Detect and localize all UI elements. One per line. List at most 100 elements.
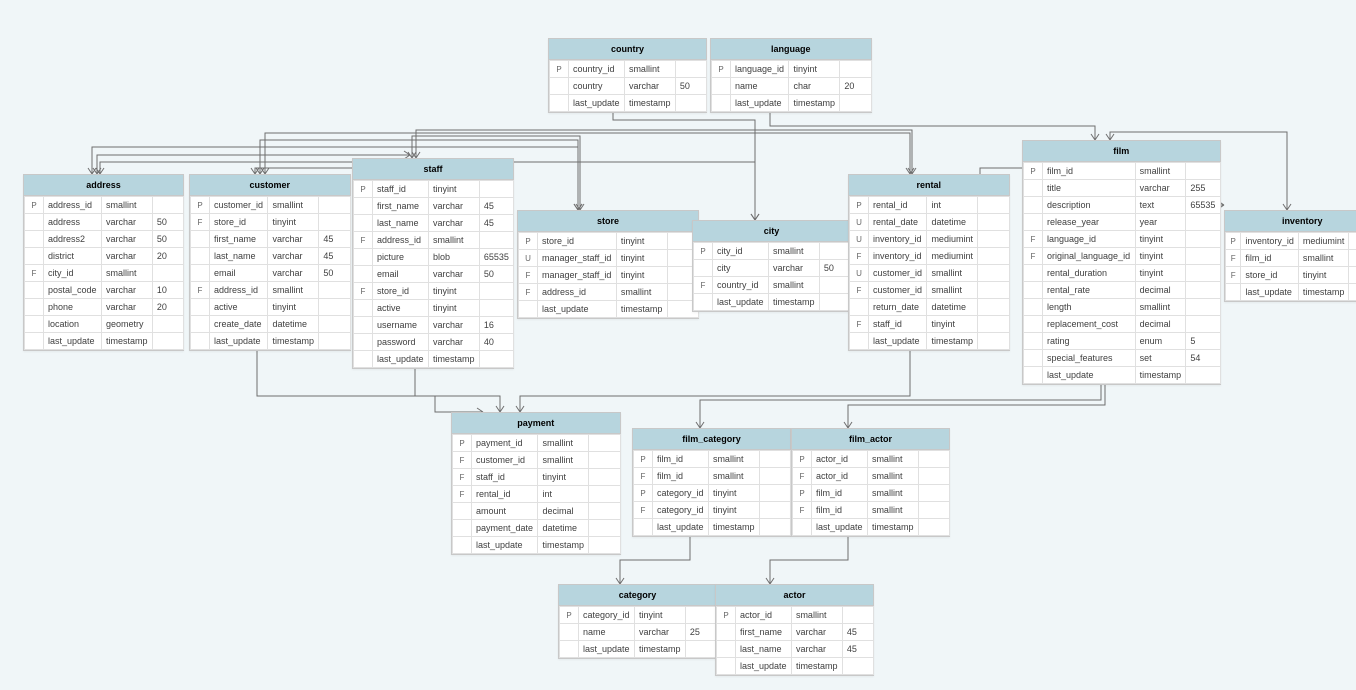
column-row[interactable]: activetinyint (191, 299, 351, 316)
column-row[interactable]: last_updatetimestamp (712, 95, 872, 112)
column-row[interactable]: Pcategory_idtinyint (560, 607, 717, 624)
column-row[interactable]: last_updatetimestamp (717, 658, 874, 675)
column-row[interactable]: last_updatetimestamp (1024, 367, 1221, 384)
table-film_actor[interactable]: film_actorPactor_idsmallintFactor_idsmal… (791, 428, 950, 537)
column-row[interactable]: last_updatetimestamp (793, 519, 950, 536)
column-row[interactable]: addressvarchar50 (25, 214, 184, 231)
table-rental[interactable]: rentalPrental_idintUrental_datedatetimeU… (848, 174, 1010, 351)
column-row[interactable]: payment_datedatetime (453, 520, 621, 537)
table-header[interactable]: store (518, 211, 698, 232)
column-row[interactable]: Uinventory_idmediumint (850, 231, 1010, 248)
column-row[interactable]: lengthsmallint (1024, 299, 1221, 316)
table-header[interactable]: city (693, 221, 850, 242)
table-header[interactable]: staff (353, 159, 513, 180)
column-row[interactable]: last_updatetimestamp (550, 95, 707, 112)
table-header[interactable]: category (559, 585, 716, 606)
column-row[interactable]: phonevarchar20 (25, 299, 184, 316)
table-header[interactable]: language (711, 39, 871, 60)
table-staff[interactable]: staffPstaff_idtinyintfirst_namevarchar45… (352, 158, 514, 369)
column-row[interactable]: Frental_idint (453, 486, 621, 503)
column-row[interactable]: last_namevarchar45 (717, 641, 874, 658)
column-row[interactable]: Pcountry_idsmallint (550, 61, 707, 78)
column-row[interactable]: Pstaff_idtinyint (354, 181, 514, 198)
column-row[interactable]: Fmanager_staff_idtinyint (519, 267, 699, 284)
column-row[interactable]: namevarchar25 (560, 624, 717, 641)
column-row[interactable]: Pcity_idsmallint (694, 243, 851, 260)
table-header[interactable]: payment (452, 413, 620, 434)
column-row[interactable]: Pcategory_idtinyint (634, 485, 791, 502)
table-city[interactable]: cityPcity_idsmallintcityvarchar50Fcountr… (692, 220, 851, 312)
column-row[interactable]: Fstaff_idtinyint (850, 316, 1010, 333)
column-row[interactable]: last_namevarchar45 (354, 215, 514, 232)
column-row[interactable]: passwordvarchar40 (354, 334, 514, 351)
table-customer[interactable]: customerPcustomer_idsmallintFstore_idtin… (189, 174, 351, 351)
column-row[interactable]: Ffilm_idsmallint (634, 468, 791, 485)
table-film[interactable]: filmPfilm_idsmallinttitlevarchar255descr… (1022, 140, 1221, 385)
column-row[interactable]: Fcountry_idsmallint (694, 277, 851, 294)
column-row[interactable]: last_updatetimestamp (634, 519, 791, 536)
column-row[interactable]: last_updatetimestamp (1226, 284, 1356, 301)
table-address[interactable]: addressPaddress_idsmallintaddressvarchar… (23, 174, 184, 351)
table-header[interactable]: film_actor (792, 429, 949, 450)
table-category[interactable]: categoryPcategory_idtinyintnamevarchar25… (558, 584, 717, 659)
column-row[interactable]: first_namevarchar45 (354, 198, 514, 215)
column-row[interactable]: descriptiontext65535 (1024, 197, 1221, 214)
column-row[interactable]: Pstore_idtinyint (519, 233, 699, 250)
column-row[interactable]: last_updatetimestamp (453, 537, 621, 554)
column-row[interactable]: Fcustomer_idsmallint (850, 282, 1010, 299)
column-row[interactable]: Flanguage_idtinyint (1024, 231, 1221, 248)
column-row[interactable]: Fcustomer_idsmallint (453, 452, 621, 469)
column-row[interactable]: Ucustomer_idsmallint (850, 265, 1010, 282)
column-row[interactable]: Fstaff_idtinyint (453, 469, 621, 486)
column-row[interactable]: Faddress_idsmallint (354, 232, 514, 249)
column-row[interactable]: cityvarchar50 (694, 260, 851, 277)
column-row[interactable]: address2varchar50 (25, 231, 184, 248)
column-row[interactable]: last_updatetimestamp (560, 641, 717, 658)
column-row[interactable]: Pactor_idsmallint (717, 607, 874, 624)
column-row[interactable]: Pcustomer_idsmallint (191, 197, 351, 214)
column-row[interactable]: rental_durationtinyint (1024, 265, 1221, 282)
column-row[interactable]: Urental_datedatetime (850, 214, 1010, 231)
column-row[interactable]: districtvarchar20 (25, 248, 184, 265)
table-header[interactable]: address (24, 175, 183, 196)
table-header[interactable]: inventory (1225, 211, 1356, 232)
column-row[interactable]: Pfilm_idsmallint (634, 451, 791, 468)
column-row[interactable]: Ffilm_idsmallint (1226, 250, 1356, 267)
column-row[interactable]: emailvarchar50 (354, 266, 514, 283)
column-row[interactable]: activetinyint (354, 300, 514, 317)
column-row[interactable]: Fstore_idtinyint (354, 283, 514, 300)
column-row[interactable]: Faddress_idsmallint (519, 284, 699, 301)
column-row[interactable]: special_featuresset54 (1024, 350, 1221, 367)
column-row[interactable]: Fstore_idtinyint (1226, 267, 1356, 284)
column-row[interactable]: countryvarchar50 (550, 78, 707, 95)
column-row[interactable]: last_updatetimestamp (354, 351, 514, 368)
table-header[interactable]: film (1023, 141, 1220, 162)
column-row[interactable]: first_namevarchar45 (717, 624, 874, 641)
column-row[interactable]: Umanager_staff_idtinyint (519, 250, 699, 267)
column-row[interactable]: last_namevarchar45 (191, 248, 351, 265)
table-inventory[interactable]: inventoryPinventory_idmediumintFfilm_ids… (1224, 210, 1356, 302)
column-row[interactable]: Fstore_idtinyint (191, 214, 351, 231)
table-actor[interactable]: actorPactor_idsmallintfirst_namevarchar4… (715, 584, 874, 676)
table-header[interactable]: rental (849, 175, 1009, 196)
column-row[interactable]: Prental_idint (850, 197, 1010, 214)
column-row[interactable]: last_updatetimestamp (850, 333, 1010, 350)
column-row[interactable]: namechar20 (712, 78, 872, 95)
column-row[interactable]: Pfilm_idsmallint (793, 485, 950, 502)
column-row[interactable]: locationgeometry (25, 316, 184, 333)
table-header[interactable]: customer (190, 175, 350, 196)
table-store[interactable]: storePstore_idtinyintUmanager_staff_idti… (517, 210, 699, 319)
column-row[interactable]: Ffilm_idsmallint (793, 502, 950, 519)
table-payment[interactable]: paymentPpayment_idsmallintFcustomer_idsm… (451, 412, 621, 555)
column-row[interactable]: last_updatetimestamp (519, 301, 699, 318)
table-language[interactable]: languagePlanguage_idtinyintnamechar20las… (710, 38, 872, 113)
column-row[interactable]: Pfilm_idsmallint (1024, 163, 1221, 180)
column-row[interactable]: Pinventory_idmediumint (1226, 233, 1356, 250)
column-row[interactable]: postal_codevarchar10 (25, 282, 184, 299)
table-header[interactable]: country (549, 39, 706, 60)
column-row[interactable]: rental_ratedecimal (1024, 282, 1221, 299)
column-row[interactable]: Pactor_idsmallint (793, 451, 950, 468)
table-country[interactable]: countryPcountry_idsmallintcountryvarchar… (548, 38, 707, 113)
column-row[interactable]: replacement_costdecimal (1024, 316, 1221, 333)
table-film_category[interactable]: film_categoryPfilm_idsmallintFfilm_idsma… (632, 428, 791, 537)
